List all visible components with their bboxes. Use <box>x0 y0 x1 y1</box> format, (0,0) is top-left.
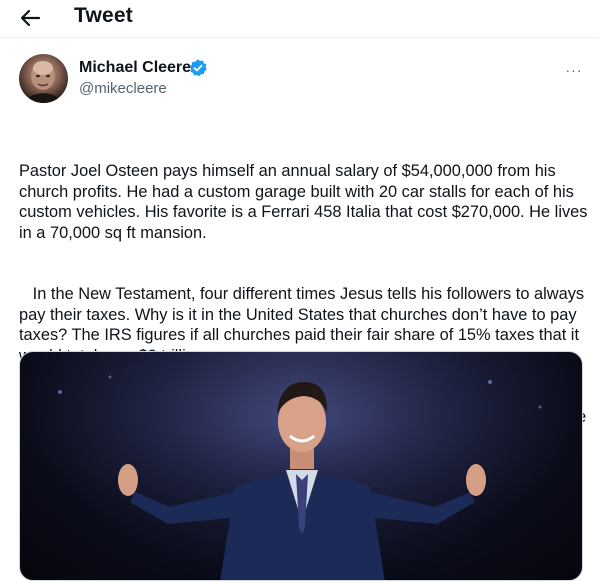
author-handle[interactable]: @mikecleere <box>79 80 167 97</box>
back-button[interactable] <box>17 6 43 30</box>
page-title: Tweet <box>74 4 133 27</box>
avatar[interactable] <box>19 54 68 103</box>
photo-preacher <box>20 352 582 580</box>
verified-badge-icon <box>189 59 207 77</box>
arrow-left-icon <box>20 9 41 27</box>
avatar-image <box>25 61 62 103</box>
tweet-paragraph: Pastor Joel Osteen pays himself an annua… <box>19 162 593 242</box>
more-options-button[interactable]: ··· <box>562 62 586 78</box>
tweet-media-image[interactable] <box>19 351 583 581</box>
author-display-name[interactable]: Michael Cleere <box>79 59 191 77</box>
top-bar: Tweet <box>0 0 599 38</box>
